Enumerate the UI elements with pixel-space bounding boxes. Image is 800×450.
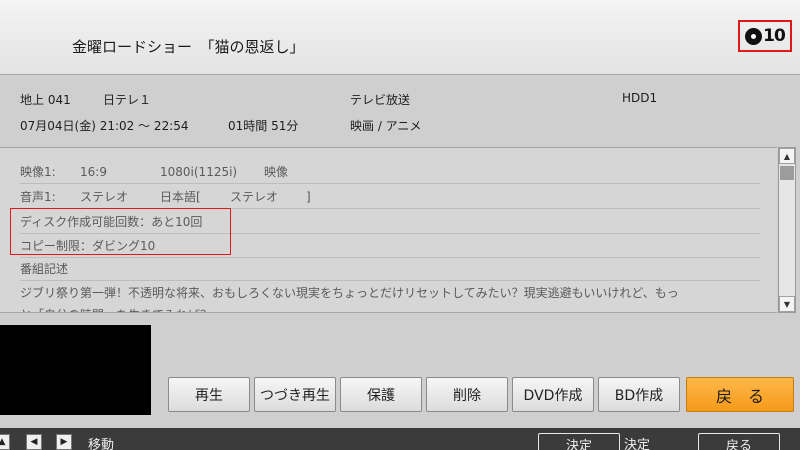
dubbing-count-badge: 10 [738,20,792,52]
description-text: ジブリ祭り第一弾！不透明な将来、おもしろくない現実をちょっとだけリセットしてみた… [20,286,679,300]
dubbing-info-highlight [10,208,231,255]
title-bar: 金曜ロードショー 「猫の恩返し」 10 [0,0,800,75]
resume-play-button[interactable]: つづき再生 [254,377,336,412]
video-type: 映像 [264,165,289,179]
station-name: 日テレ１ [103,93,152,107]
program-title: 金曜ロードショー 「猫の恩返し」 [72,38,305,56]
triangle-down-icon: ▼ [783,299,791,309]
broadcast-datetime: 07月04日(金) 21:02 ～ 22:54 [20,119,189,133]
move-label: 移動 [88,438,115,450]
description-row-2: と「自分の時間」を生きてみれば？ [20,303,760,312]
description-text-cut: と「自分の時間」を生きてみれば？ [20,303,212,312]
create-bd-button[interactable]: BD作成 [598,377,680,412]
video-preview [0,325,151,415]
description-heading: 番組記述 [20,262,69,276]
back-key-icon: 戻る [698,433,780,450]
triangle-up-icon: ▲ [783,151,791,161]
description-row: ジブリ祭り第一弾！不透明な将来、おもしろくない現実をちょっとだけリセットしてみた… [20,281,760,305]
protect-button[interactable]: 保護 [340,377,422,412]
video-aspect: 16:9 [80,165,107,179]
delete-button[interactable]: 削除 [426,377,508,412]
audio-mode: ステレオ [80,190,129,204]
scroll-down-button[interactable]: ▼ [779,296,795,312]
enter-label: 決定 [624,438,651,450]
arrow-right-icon: ▶ [56,434,72,450]
audio-language: 日本語[ [160,190,201,204]
broadcast-type: テレビ放送 [350,93,411,107]
scroll-thumb[interactable] [780,166,794,180]
channel-number: 地上 041 [20,93,71,107]
detail-scrollbar[interactable]: ▲ ▼ [778,147,796,313]
program-genre: 映画 / アニメ [350,119,422,133]
audio-label: 音声1: [20,190,56,204]
video-resolution: 1080i(1125i) [160,165,238,179]
video-label: 映像1: [20,165,56,179]
dubbing-count: 10 [763,26,786,46]
create-dvd-button[interactable]: DVD作成 [512,377,594,412]
arrow-left-icon: ◀ [26,434,42,450]
scroll-up-button[interactable]: ▲ [779,148,795,164]
audio-row: 音声1: ステレオ 日本語[ ステレオ ] [20,185,760,209]
storage-device: HDD1 [622,91,658,105]
program-info: 地上 041 日テレ１ テレビ放送 HDD1 07月04日(金) 21:02 ～… [0,76,800,146]
program-duration: 01時間 51分 [228,119,299,133]
play-button[interactable]: 再生 [168,377,250,412]
disc-icon [745,27,763,45]
description-heading-row: 番組記述 [20,257,760,281]
back-button[interactable]: 戻 る [686,377,794,412]
arrow-up-down-icon: ▲ [0,434,10,450]
video-row: 映像1: 16:9 1080i(1125i) 映像 [20,160,760,184]
audio-language-mode: ステレオ [230,190,279,204]
enter-key-icon: 決定 [538,433,620,450]
audio-close-bracket: ] [306,190,311,204]
footer-guide: ▲ ◀ ▶ 移動 決定 決定 戻る [0,428,800,450]
